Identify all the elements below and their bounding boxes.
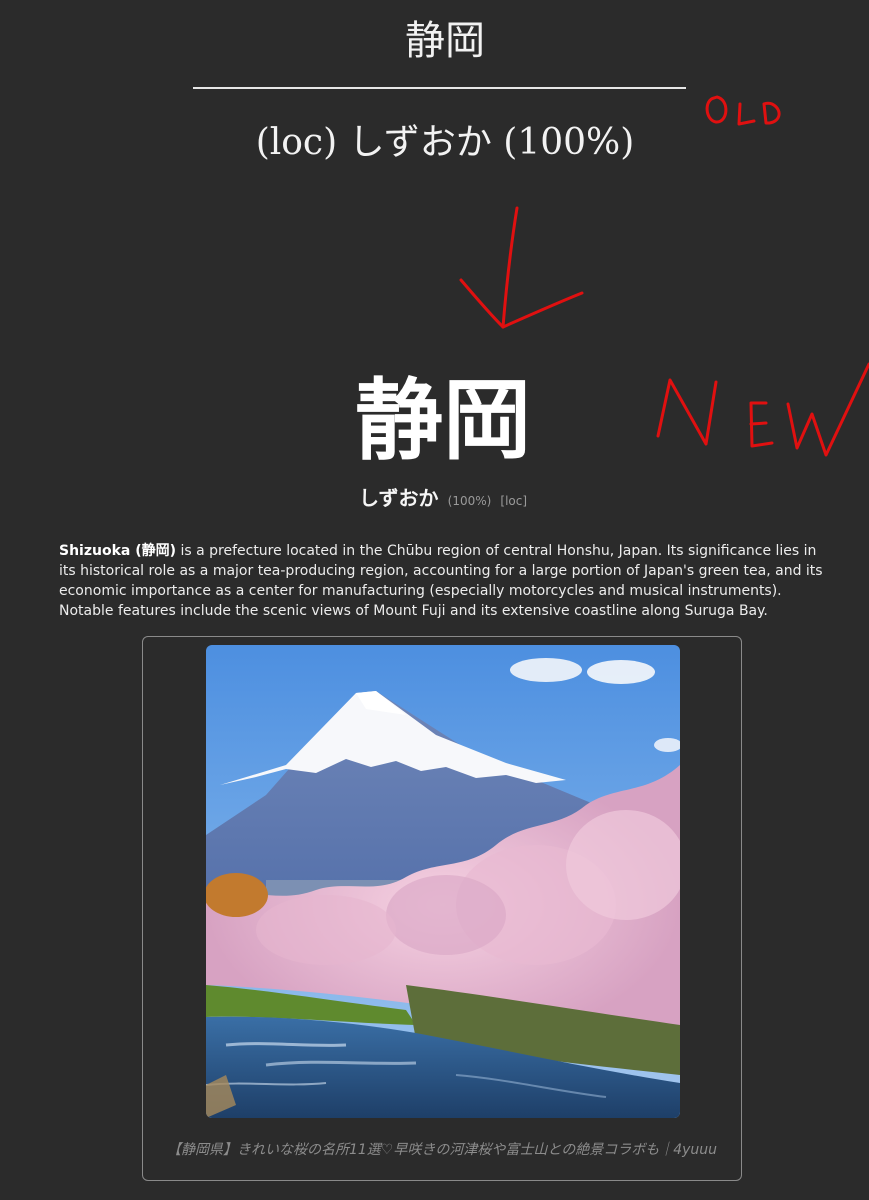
old-reading-line: (loc) しずおか (100%) xyxy=(255,122,635,163)
old-kanji-title: 静岡 xyxy=(405,18,485,64)
old-divider xyxy=(193,87,686,89)
description-term: Shizuoka (静岡) xyxy=(59,543,177,559)
description-paragraph: Shizuoka (静岡) is a prefecture located in… xyxy=(59,541,824,621)
mount-fuji-photo xyxy=(206,645,680,1118)
category-tag: [loc] xyxy=(500,494,528,508)
reading-kana: しずおか xyxy=(358,486,439,510)
reading-line: しずおか (100%) [loc] xyxy=(0,482,869,511)
photo-illustration xyxy=(206,645,680,1118)
image-caption: 【静岡県】きれいな桜の名所11選♡早咲きの河津桜や富士山との絶景コラボも｜4yu… xyxy=(166,1142,718,1158)
confidence-label: (100%) xyxy=(447,494,492,508)
annotation-arrow-icon xyxy=(459,206,584,329)
new-kanji-title: 静岡 xyxy=(354,369,531,472)
image-card: 【静岡県】きれいな桜の名所11選♡早咲きの河津桜や富士山との絶景コラボも｜4yu… xyxy=(142,636,742,1181)
